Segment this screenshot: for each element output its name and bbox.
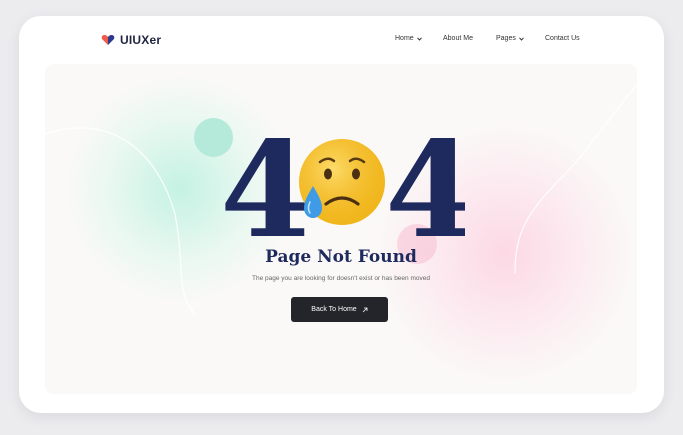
back-to-home-button[interactable]: Back To Home (291, 297, 388, 322)
digit-four-right: 4 (385, 128, 465, 238)
nav-label-about: About Me (443, 35, 473, 42)
arrow-up-right-icon (362, 307, 368, 312)
digit-four-left-text: 4 (220, 128, 312, 238)
heart-logo-icon (101, 35, 115, 45)
chevron-down-icon (416, 36, 422, 41)
nav-item-contact[interactable]: Contact Us (545, 35, 580, 42)
page-subtitle: The page you are looking for doesn't exi… (252, 275, 430, 282)
error-code-404: 4 4 (220, 128, 465, 238)
sad-crying-face-icon (299, 139, 385, 225)
brand-name: UIUXer (120, 33, 162, 47)
page-title: Page Not Found (265, 247, 417, 267)
nav-label-home: Home (395, 35, 414, 42)
hero-section: 4 4 Page Not Found The page you are look… (45, 64, 637, 394)
digit-four-left: 4 (220, 128, 312, 238)
chevron-down-icon (518, 36, 524, 41)
nav-label-contact: Contact Us (545, 35, 580, 42)
digit-four-right-text: 4 (385, 128, 465, 238)
back-to-home-label: Back To Home (311, 306, 357, 313)
nav-item-pages[interactable]: Pages (496, 35, 545, 42)
main-nav: Home About Me Pages Contact Us (395, 35, 580, 42)
logo[interactable]: UIUXer (101, 33, 161, 47)
nav-item-about[interactable]: About Me (443, 35, 496, 42)
nav-label-pages: Pages (496, 35, 516, 42)
nav-item-home[interactable]: Home (395, 35, 443, 42)
